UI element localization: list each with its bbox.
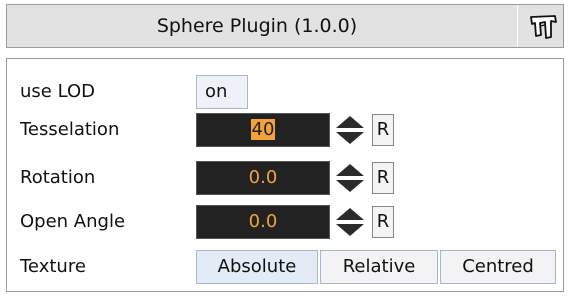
open-angle-value: 0.0 (248, 211, 278, 232)
open-angle-spinner-arrows-icon[interactable] (332, 205, 368, 239)
rotation-value: 0.0 (248, 167, 278, 188)
texture-option-centred[interactable]: Centred (440, 250, 556, 284)
tesselation-spinner-arrows-icon[interactable] (332, 113, 368, 147)
rotation-label: Rotation (20, 167, 96, 188)
rotation-reset-button[interactable]: R (372, 162, 394, 194)
tesselation-label: Tesselation (20, 119, 120, 140)
open-angle-reset-button[interactable]: R (372, 206, 394, 238)
texture-option-absolute[interactable]: Absolute (196, 250, 318, 284)
sphere-plugin-panel: Sphere Plugin (1.0.0) use LOD on Tessela… (0, 0, 570, 298)
open-angle-input[interactable]: 0.0 (196, 205, 330, 239)
use-lod-label: use LOD (20, 81, 95, 102)
tesselation-input[interactable]: 40 (196, 113, 330, 147)
open-angle-label: Open Angle (20, 211, 126, 232)
rotation-input[interactable]: 0.0 (196, 161, 330, 195)
header-divider (517, 5, 518, 47)
texture-label: Texture (20, 256, 86, 277)
tesselation-reset-button[interactable]: R (372, 114, 394, 146)
texture-option-relative[interactable]: Relative (320, 250, 438, 284)
rotation-spinner-arrows-icon[interactable] (332, 161, 368, 195)
use-lod-toggle[interactable]: on (196, 75, 248, 109)
plugin-icon[interactable] (529, 13, 559, 41)
panel-title: Sphere Plugin (1.0.0) (156, 15, 358, 37)
panel-header: Sphere Plugin (1.0.0) (6, 4, 564, 48)
tesselation-value: 40 (250, 119, 276, 140)
